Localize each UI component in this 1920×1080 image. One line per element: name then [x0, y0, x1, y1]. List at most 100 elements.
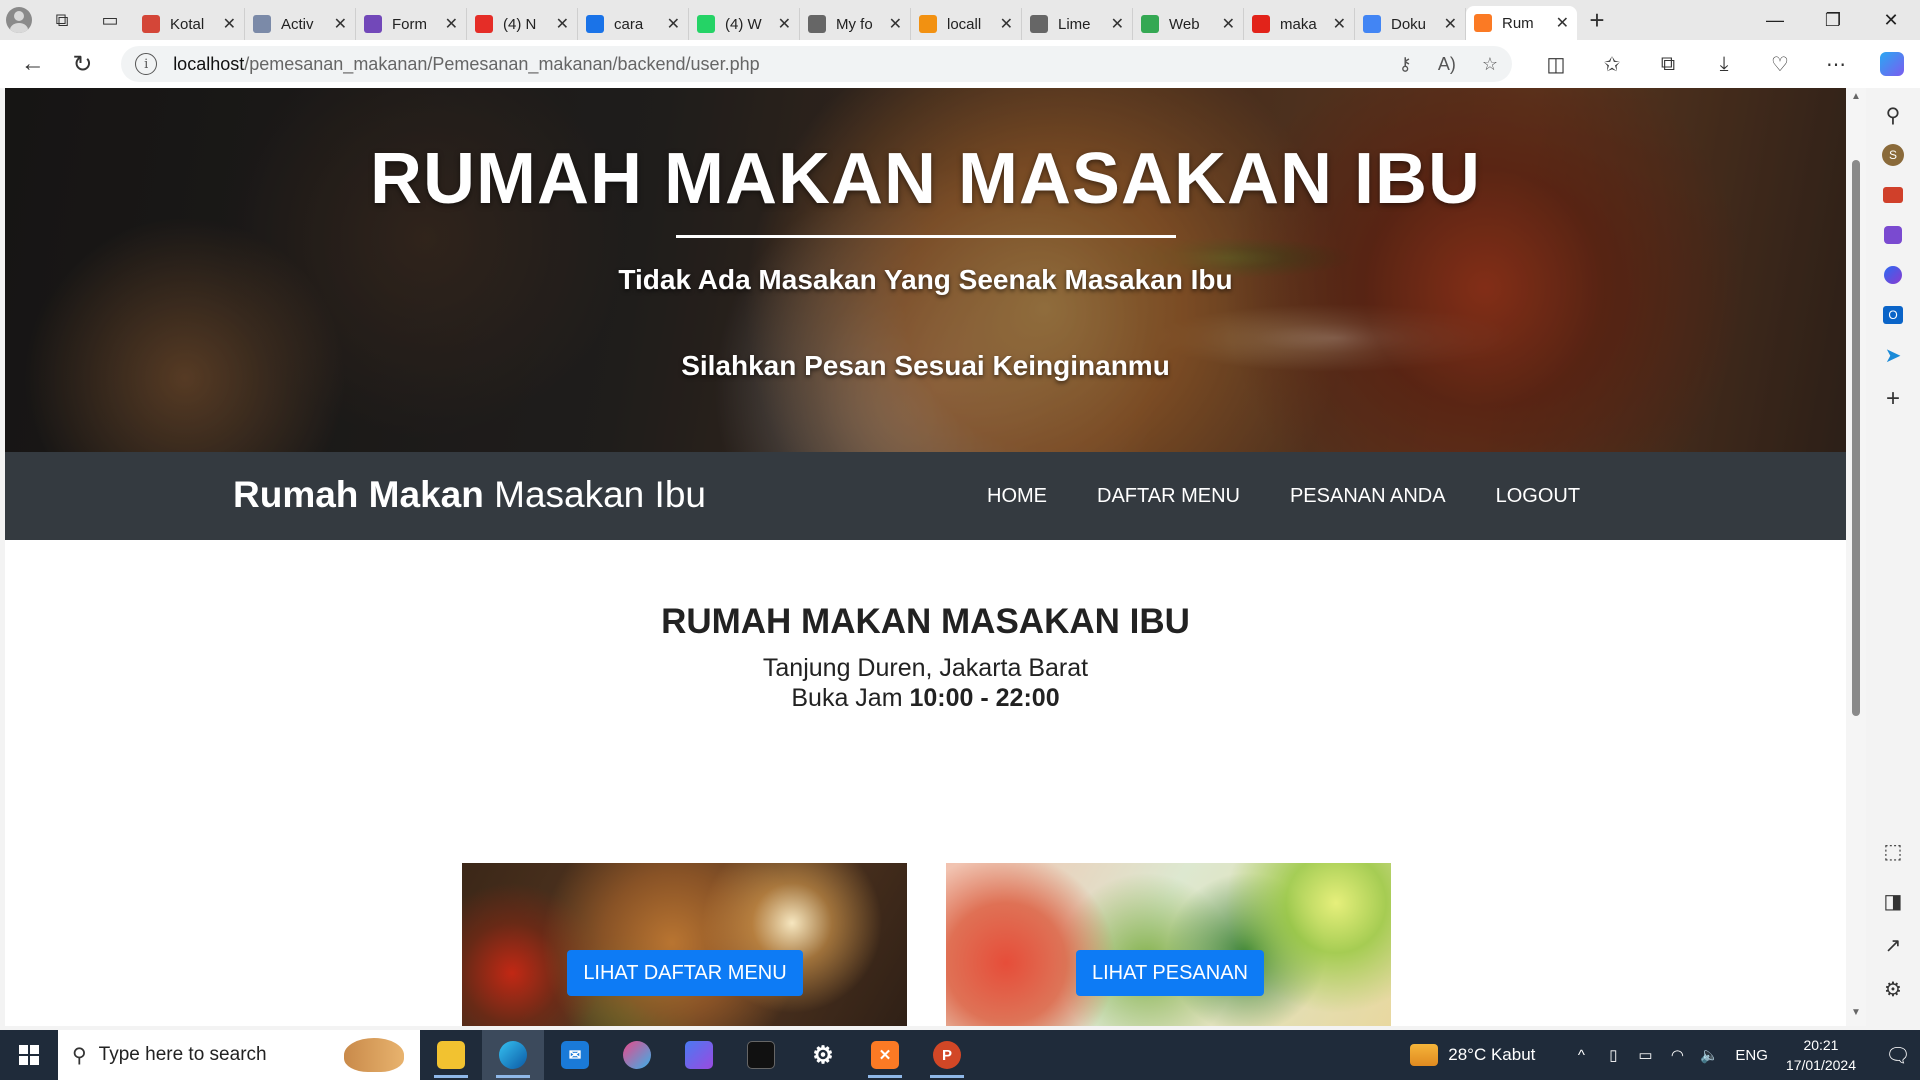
page-scrollbar[interactable]: ▲ ▼: [1846, 88, 1866, 1026]
taskbar-xampp[interactable]: ✕: [854, 1030, 916, 1080]
browser-tab[interactable]: (4) W ✕: [689, 8, 800, 40]
taskbar-edge[interactable]: [482, 1030, 544, 1080]
new-tab-button[interactable]: +: [1577, 0, 1617, 40]
split-screen-button[interactable]: ◫: [1528, 40, 1584, 88]
browser-essentials-button[interactable]: ♡: [1752, 40, 1808, 88]
maximize-button[interactable]: ❐: [1804, 0, 1862, 40]
collections-button[interactable]: ⧉: [1640, 40, 1696, 88]
browser-tab[interactable]: (4) N ✕: [467, 8, 578, 40]
browser-tab[interactable]: Activ ✕: [245, 8, 356, 40]
close-tab-icon[interactable]: ✕: [334, 14, 347, 34]
browser-tab[interactable]: My fo ✕: [800, 8, 911, 40]
downloads-button[interactable]: ⤓: [1696, 40, 1752, 88]
clock[interactable]: 20:21 17/01/2024: [1786, 1035, 1856, 1075]
close-tab-icon[interactable]: ✕: [889, 14, 902, 34]
close-tab-icon[interactable]: ✕: [1111, 14, 1124, 34]
close-window-button[interactable]: ✕: [1862, 0, 1920, 40]
browser-tab[interactable]: Rum ✕: [1466, 6, 1577, 40]
taskbar-search[interactable]: ⚲ Type here to search: [58, 1030, 420, 1080]
taskbar-file-explorer[interactable]: [420, 1030, 482, 1080]
wifi-icon[interactable]: ◠: [1661, 1046, 1693, 1064]
close-tab-icon[interactable]: ✕: [556, 14, 569, 34]
weather-icon: [1410, 1044, 1439, 1066]
close-tab-icon[interactable]: ✕: [1556, 13, 1569, 33]
scroll-down-arrow-icon[interactable]: ▼: [1851, 1008, 1861, 1018]
nav-link-home[interactable]: HOME: [987, 485, 1047, 508]
workspaces-button[interactable]: ⧉: [38, 0, 86, 40]
close-tab-icon[interactable]: ✕: [1000, 14, 1013, 34]
scroll-up-arrow-icon[interactable]: ▲: [1851, 92, 1861, 102]
weather-widget[interactable]: 28°C Kabut: [1410, 1044, 1535, 1066]
display-icon[interactable]: ▭: [1629, 1046, 1661, 1064]
taskbar-settings[interactable]: ⚙: [792, 1030, 854, 1080]
close-tab-icon[interactable]: ✕: [445, 14, 458, 34]
close-tab-icon[interactable]: ✕: [1444, 14, 1457, 34]
taskbar-terminal[interactable]: [730, 1030, 792, 1080]
key-icon[interactable]: ⚷: [1399, 54, 1412, 75]
sidebar-search-icon[interactable]: ⚲: [1878, 100, 1908, 130]
navbar-brand[interactable]: Rumah Makan Masakan Ibu: [233, 474, 706, 516]
browser-tab-strip: ⧉ ▭ Kotal ✕ Activ ✕ Form ✕ (4) N ✕ cara ✕ (4) W ✕ My…: [0, 0, 1920, 40]
close-tab-icon[interactable]: ✕: [223, 14, 236, 34]
scrollbar-thumb[interactable]: [1852, 160, 1860, 716]
toolbar-actions: ◫ ✩ ⧉ ⤓ ♡ ⋯: [1528, 40, 1920, 88]
sidebar-external-icon[interactable]: ↗: [1878, 930, 1908, 960]
favorites-button[interactable]: ✩: [1584, 40, 1640, 88]
nav-link-logout[interactable]: LOGOUT: [1496, 485, 1580, 508]
close-tab-icon[interactable]: ✕: [1333, 14, 1346, 34]
sidebar-outlook-icon[interactable]: O: [1878, 300, 1908, 330]
windows-taskbar: ⚲ Type here to search ✉ ⚙ ✕ P 28°C Kabut…: [0, 1030, 1920, 1080]
close-tab-icon[interactable]: ✕: [667, 14, 680, 34]
view-menu-button[interactable]: LIHAT DAFTAR MENU: [567, 950, 803, 996]
minimize-button[interactable]: —: [1746, 0, 1804, 40]
site-info-icon[interactable]: i: [135, 53, 158, 75]
gear-icon: ⚙: [812, 1041, 834, 1069]
browser-tab[interactable]: locall ✕: [911, 8, 1022, 40]
browser-tab[interactable]: Kotal ✕: [134, 8, 245, 40]
refresh-button[interactable]: ↻: [58, 40, 108, 88]
chevron-up-icon[interactable]: ^: [1565, 1047, 1597, 1064]
browser-tab[interactable]: cara ✕: [578, 8, 689, 40]
app-hexagon-icon: [685, 1041, 713, 1069]
copilot-button[interactable]: [1864, 40, 1920, 88]
notification-icon[interactable]: 🗨: [1876, 1043, 1920, 1068]
sidebar-drop-icon[interactable]: ➤: [1878, 340, 1908, 370]
close-tab-icon[interactable]: ✕: [1222, 14, 1235, 34]
sidebar-m365-icon[interactable]: [1878, 260, 1908, 290]
sidebar-hide-icon[interactable]: ◨: [1878, 886, 1908, 916]
view-orders-button[interactable]: LIHAT PESANAN: [1076, 950, 1264, 996]
sidebar-add-icon[interactable]: +: [1878, 384, 1908, 414]
sidebar-settings-icon[interactable]: ⚙: [1878, 974, 1908, 1004]
sidebar-shopping-icon[interactable]: [1878, 180, 1908, 210]
taskbar-powerpoint[interactable]: P: [916, 1030, 978, 1080]
taskbar-app-5[interactable]: [668, 1030, 730, 1080]
close-tab-icon[interactable]: ✕: [778, 14, 791, 34]
volume-icon[interactable]: 🔈: [1693, 1046, 1725, 1064]
hero-title: RUMAH MAKAN MASAKAN IBU: [370, 139, 1481, 219]
taskbar-paint[interactable]: [606, 1030, 668, 1080]
read-aloud-icon[interactable]: A): [1438, 54, 1456, 75]
browser-tab[interactable]: maka ✕: [1244, 8, 1355, 40]
sidebar-screenshot-icon[interactable]: ⬚: [1878, 836, 1908, 866]
taskbar-mail[interactable]: ✉: [544, 1030, 606, 1080]
back-button[interactable]: ←: [8, 40, 58, 88]
hero-tagline: Tidak Ada Masakan Yang Seenak Masakan Ib…: [618, 264, 1233, 295]
settings-more-button[interactable]: ⋯: [1808, 40, 1864, 88]
start-button[interactable]: [0, 1030, 58, 1080]
browser-tab[interactable]: Lime ✕: [1022, 8, 1133, 40]
nav-link-pesanan-anda[interactable]: PESANAN ANDA: [1290, 485, 1446, 508]
profile-button[interactable]: [0, 0, 38, 40]
browser-tab[interactable]: Web ✕: [1133, 8, 1244, 40]
sidebar-games-icon[interactable]: [1878, 220, 1908, 250]
device-icon[interactable]: ▯: [1597, 1046, 1629, 1064]
browser-tab[interactable]: Form ✕: [356, 8, 467, 40]
browser-tab[interactable]: Doku ✕: [1355, 8, 1466, 40]
system-tray: 28°C Kabut ^ ▯ ▭ ◠ 🔈 ENG 20:21 17/01/202…: [1410, 1030, 1920, 1080]
tab-actions-button[interactable]: ▭: [86, 0, 134, 40]
address-bar[interactable]: i localhost/pemesanan_makanan/Pemesanan_…: [121, 46, 1512, 82]
sidebar-profile-icon[interactable]: S: [1878, 140, 1908, 170]
favorites-icon: ✩: [1603, 53, 1621, 76]
nav-link-daftar-menu[interactable]: DAFTAR MENU: [1097, 485, 1240, 508]
language-indicator[interactable]: ENG: [1735, 1047, 1768, 1064]
favorite-star-icon[interactable]: ☆: [1482, 54, 1498, 75]
